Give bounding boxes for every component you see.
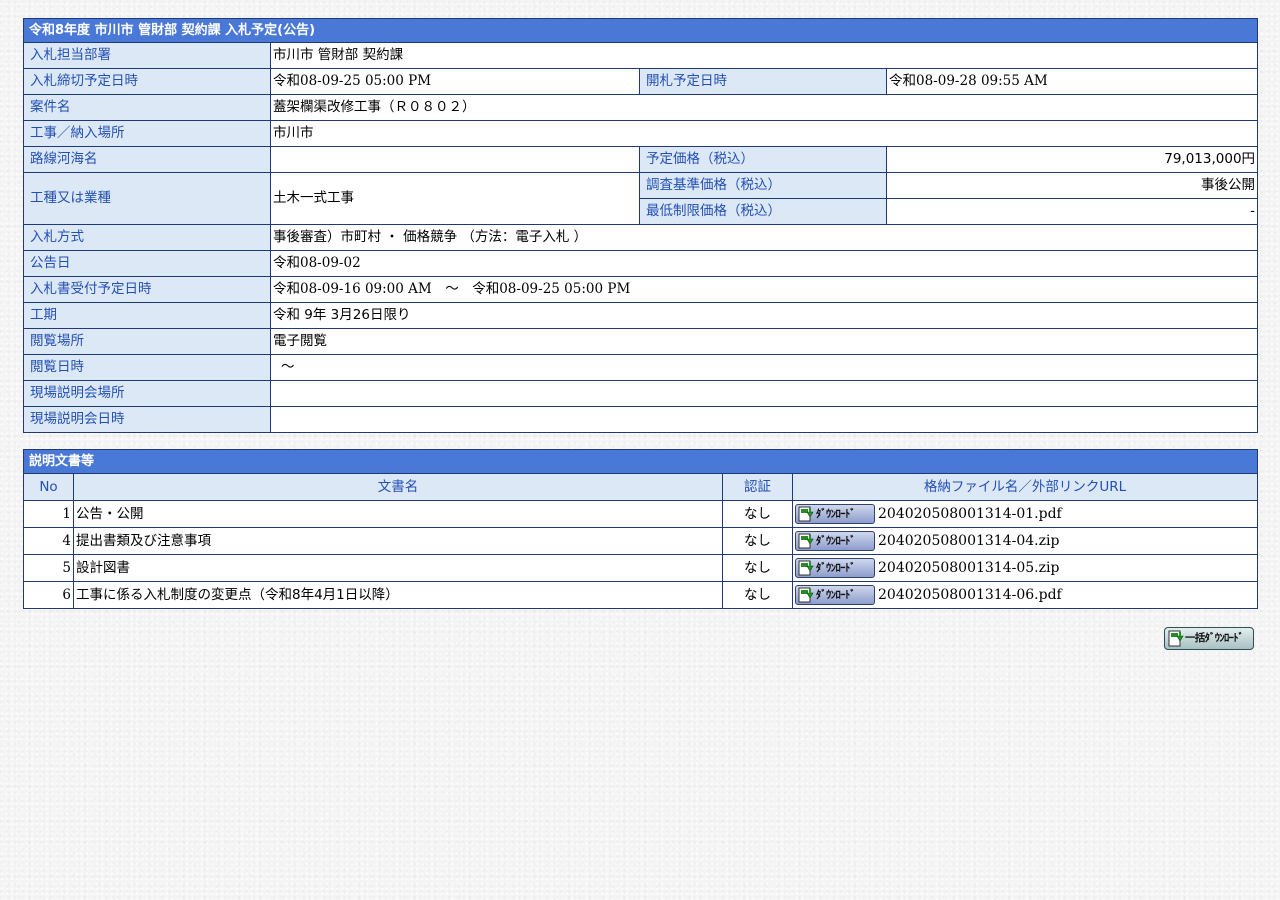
doc-file-cell: ﾀﾞｳﾝﾛｰﾄﾞ 204020508001314-04.zip — [791, 527, 1259, 555]
doc-file-cell: ﾀﾞｳﾝﾛｰﾄﾞ 204020508001314-06.pdf — [791, 581, 1259, 609]
table-row: 6 工事に係る入札制度の変更点（令和8年4月1日以降） なし ﾀﾞｳﾝﾛｰﾄﾞ … — [23, 581, 1259, 609]
documents-header-row: No 文書名 認証 格納ファイル名／外部リンクURL — [23, 473, 1259, 501]
dept-label: 入札担当部署 — [23, 42, 271, 69]
file-name: 204020508001314-05.zip — [878, 560, 1060, 576]
row-site-date: 現場説明会日時 — [23, 406, 1259, 433]
download-label: ﾀﾞｳﾝﾛｰﾄﾞ — [816, 562, 856, 574]
place-value: 市川市 — [269, 120, 1259, 147]
announce-value: 令和08-09-02 — [269, 250, 1259, 277]
download-icon — [798, 533, 814, 549]
doc-auth: なし — [722, 554, 793, 582]
case-label: 案件名 — [23, 94, 271, 121]
site-place-label: 現場説明会場所 — [23, 380, 271, 407]
doc-name: 提出書類及び注意事項 — [73, 527, 723, 555]
header-name: 文書名 — [73, 473, 723, 501]
planned-price-value: 79,013,000円 — [885, 146, 1259, 173]
route-value — [270, 146, 640, 173]
download-icon — [798, 560, 814, 576]
file-name: 204020508001314-06.pdf — [878, 587, 1062, 603]
download-icon — [798, 587, 814, 603]
survey-price-value: 事後公開 — [885, 172, 1259, 199]
survey-price-label: 調査基準価格（税込） — [639, 172, 887, 199]
period-label: 工期 — [23, 302, 271, 329]
row-dept: 入札担当部署 市川市 管財部 契約課 — [23, 42, 1259, 69]
row-deadline: 入札締切予定日時 令和08-09-25 05:00 PM 開札予定日時 令和08… — [23, 68, 1259, 95]
doc-name: 工事に係る入札制度の変更点（令和8年4月1日以降） — [73, 581, 723, 609]
documents-title: 説明文書等 — [22, 449, 1259, 474]
download-icon — [1168, 630, 1184, 647]
row-route: 路線河海名 予定価格（税込） 79,013,000円 — [23, 146, 1259, 173]
row-view-date: 閲覧日時 ～ — [23, 354, 1259, 381]
bulk-download-label: 一括ﾀﾞｳﾝﾛｰﾄﾞ — [1185, 632, 1244, 644]
work-type-value: 土木一式工事 — [270, 172, 640, 225]
deadline-value: 令和08-09-25 05:00 PM — [270, 68, 640, 95]
download-button[interactable]: ﾀﾞｳﾝﾛｰﾄﾞ — [795, 558, 875, 578]
dept-value: 市川市 管財部 契約課 — [269, 42, 1259, 69]
doc-auth: なし — [722, 500, 793, 528]
row-reception: 入札書受付予定日時 令和08-09-16 09:00 AM ～ 令和08-09-… — [23, 276, 1259, 303]
row-site-place: 現場説明会場所 — [23, 380, 1259, 407]
method-label: 入札方式 — [23, 224, 271, 251]
table-row: 1 公告・公開 なし ﾀﾞｳﾝﾛｰﾄﾞ 204020508001314-01.p… — [23, 500, 1259, 528]
view-place-value: 電子閲覧 — [269, 328, 1259, 355]
doc-auth: なし — [722, 581, 793, 609]
planned-price-label: 予定価格（税込） — [639, 146, 887, 173]
doc-no: 4 — [23, 527, 74, 555]
opening-label: 開札予定日時 — [639, 68, 887, 95]
download-label: ﾀﾞｳﾝﾛｰﾄﾞ — [816, 535, 856, 547]
row-view-place: 閲覧場所 電子閲覧 — [23, 328, 1259, 355]
doc-no: 5 — [23, 554, 74, 582]
header-file: 格納ファイル名／外部リンクURL — [791, 473, 1259, 501]
download-button[interactable]: ﾀﾞｳﾝﾛｰﾄﾞ — [795, 504, 875, 524]
row-method: 入札方式 事後審査）市町村 ・ 価格競争 （方法：電子入札 ） — [23, 224, 1259, 251]
doc-no: 1 — [23, 500, 74, 528]
reception-label: 入札書受付予定日時 — [23, 276, 271, 303]
method-value: 事後審査）市町村 ・ 価格競争 （方法：電子入札 ） — [269, 224, 1259, 251]
place-label: 工事／納入場所 — [23, 120, 271, 147]
table-row: 4 提出書類及び注意事項 なし ﾀﾞｳﾝﾛｰﾄﾞ 204020508001314… — [23, 527, 1259, 555]
row-announce: 公告日 令和08-09-02 — [23, 250, 1259, 277]
download-button[interactable]: ﾀﾞｳﾝﾛｰﾄﾞ — [795, 585, 875, 605]
bulk-download-button[interactable]: 一括ﾀﾞｳﾝﾛｰﾄﾞ — [1164, 627, 1254, 650]
min-price-label: 最低制限価格（税込） — [639, 198, 887, 225]
opening-value: 令和08-09-28 09:55 AM — [885, 68, 1259, 95]
view-date-label: 閲覧日時 — [23, 354, 271, 381]
row-work-type: 工種又は業種 土木一式工事 調査基準価格（税込） 事後公開 — [23, 172, 1259, 225]
min-price-value: - — [885, 198, 1259, 225]
site-place-value — [269, 380, 1259, 407]
announce-label: 公告日 — [23, 250, 271, 277]
reception-value: 令和08-09-16 09:00 AM ～ 令和08-09-25 05:00 P… — [269, 276, 1259, 303]
file-name: 204020508001314-04.zip — [878, 533, 1060, 549]
doc-file-cell: ﾀﾞｳﾝﾛｰﾄﾞ 204020508001314-05.zip — [791, 554, 1259, 582]
notice-table: 令和8年度 市川市 管財部 契約課 入札予定(公告) 入札担当部署 市川市 管財… — [22, 18, 1259, 433]
route-label: 路線河海名 — [23, 146, 271, 173]
doc-auth: なし — [722, 527, 793, 555]
site-date-value — [269, 406, 1259, 433]
work-type-label: 工種又は業種 — [23, 172, 271, 225]
view-date-value: ～ — [269, 354, 1259, 381]
download-label: ﾀﾞｳﾝﾛｰﾄﾞ — [816, 508, 856, 520]
table-row: 5 設計図書 なし ﾀﾞｳﾝﾛｰﾄﾞ 204020508001314-05.zi… — [23, 554, 1259, 582]
doc-name: 設計図書 — [73, 554, 723, 582]
case-value: 蓋架欄渠改修工事（Ｒ０８０２） — [269, 94, 1259, 121]
site-date-label: 現場説明会日時 — [23, 406, 271, 433]
doc-file-cell: ﾀﾞｳﾝﾛｰﾄﾞ 204020508001314-01.pdf — [791, 500, 1259, 528]
row-place: 工事／納入場所 市川市 — [23, 120, 1259, 147]
header-auth: 認証 — [722, 473, 793, 501]
doc-no: 6 — [23, 581, 74, 609]
period-value: 令和 9年 3月26日限り — [269, 302, 1259, 329]
download-label: ﾀﾞｳﾝﾛｰﾄﾞ — [816, 589, 856, 601]
documents-table: 説明文書等 No 文書名 認証 格納ファイル名／外部リンクURL 1 公告・公開… — [22, 449, 1259, 609]
doc-name: 公告・公開 — [73, 500, 723, 528]
deadline-label: 入札締切予定日時 — [23, 68, 271, 95]
download-icon — [798, 506, 814, 522]
file-name: 204020508001314-01.pdf — [878, 506, 1062, 522]
row-period: 工期 令和 9年 3月26日限り — [23, 302, 1259, 329]
page-wrapper: 令和8年度 市川市 管財部 契約課 入札予定(公告) 入札担当部署 市川市 管財… — [22, 18, 1259, 609]
view-place-label: 閲覧場所 — [23, 328, 271, 355]
download-button[interactable]: ﾀﾞｳﾝﾛｰﾄﾞ — [795, 531, 875, 551]
header-no: No — [23, 473, 74, 501]
notice-title: 令和8年度 市川市 管財部 契約課 入札予定(公告) — [22, 18, 1259, 43]
row-case: 案件名 蓋架欄渠改修工事（Ｒ０８０２） — [23, 94, 1259, 121]
